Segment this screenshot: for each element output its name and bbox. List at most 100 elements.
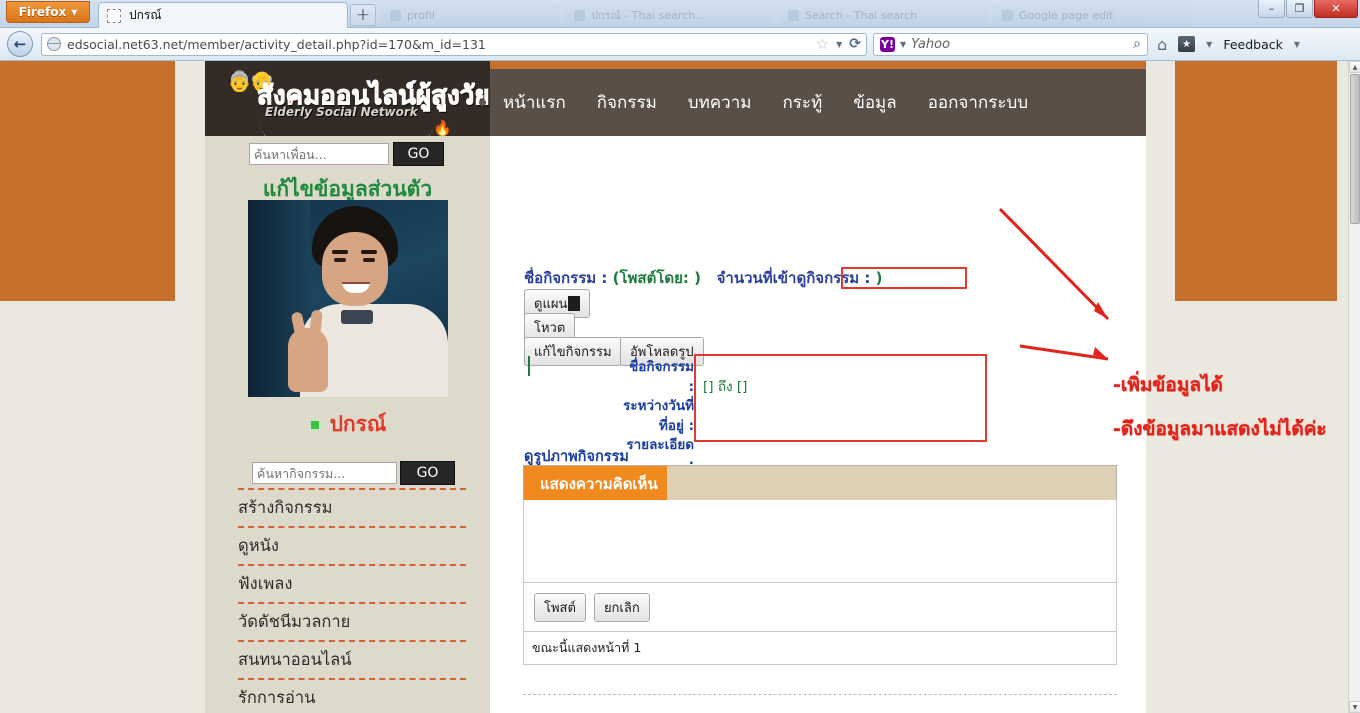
sidebar-item-watch-movies[interactable]: ดูหนัง: [238, 528, 466, 564]
address-bar-icons: ☆ ▼ ⟳: [816, 35, 861, 53]
avatar-eyebrow-right: [361, 250, 377, 254]
background-tab-title: Google page edit: [1019, 8, 1114, 22]
text-selection-highlight: [568, 296, 581, 311]
logo-dot-decoration: [479, 99, 486, 106]
comment-actions: โพสต์ ยกเลิก: [523, 583, 1117, 632]
bookmarks-icon[interactable]: ★: [1178, 36, 1196, 52]
post-comment-button[interactable]: โพสต์: [534, 592, 586, 622]
new-tab-label: +: [355, 5, 371, 25]
sidebar: GO แก้ไขข้อมูลส่วนตัว: [205, 136, 490, 713]
friend-search-input[interactable]: [249, 143, 389, 165]
friend-search-group: GO: [249, 142, 444, 166]
window-controls: – ❐ ✕: [1258, 0, 1358, 18]
cancel-comment-button[interactable]: ยกเลิก: [593, 592, 650, 622]
background-tab[interactable]: profil: [380, 2, 560, 28]
browser-tab-strip: Firefox ▼ ปกรณ์ + profil ปกรณ์ - Thai se…: [0, 0, 1360, 28]
page-scrollbar[interactable]: ▲ ▼: [1348, 61, 1360, 713]
text-cursor: [528, 356, 530, 376]
logo-subtitle: Elderly Social Network: [265, 105, 418, 119]
search-magnifier-icon[interactable]: ⌕: [1133, 36, 1141, 52]
tab-favicon-icon: [788, 9, 799, 21]
address-bar-url: edsocial.net63.net/member/activity_detai…: [67, 36, 486, 52]
home-icon[interactable]: ⌂: [1157, 35, 1167, 54]
scroll-down-icon[interactable]: ▼: [1349, 701, 1360, 713]
detail-label-address: ที่อยู่ :: [658, 417, 694, 434]
background-tab[interactable]: Search - Thai search: [778, 2, 988, 28]
tab-favicon-icon: [390, 9, 401, 21]
background-tab[interactable]: Google page edit: [992, 2, 1192, 28]
browser-tab-title: ปกรณ์: [129, 8, 162, 22]
activity-detail-labels: ชื่อกิจกรรม : ระหว่างวันที่ ที่อยู่ : รา…: [622, 358, 694, 475]
comment-page-status: ขณะนี้แสดงหน้าที่ 1: [523, 632, 1117, 665]
firefox-menu-label: Firefox: [18, 5, 67, 19]
close-icon: ✕: [1331, 2, 1341, 15]
new-tab-button[interactable]: +: [350, 4, 376, 26]
avatar[interactable]: [248, 200, 448, 397]
minimize-button[interactable]: –: [1258, 0, 1285, 18]
avatar-face: [322, 232, 388, 306]
nav-item-home[interactable]: หน้าแรก: [503, 89, 566, 116]
username-row: ปกรณ์: [205, 408, 490, 441]
nav-item-forum[interactable]: กระทู้: [782, 89, 822, 116]
nav-item-activities[interactable]: กิจกรรม: [597, 89, 657, 116]
minimize-icon: –: [1268, 2, 1275, 15]
decorative-band-right: [1175, 61, 1337, 301]
detail-label-dates: ระหว่างวันที่: [623, 398, 694, 414]
page-viewport: 👵👴 สังคมออนไลน์ผู้สูงวัย Elderly Social …: [0, 61, 1348, 713]
search-input[interactable]: Yahoo: [911, 37, 1128, 52]
friend-search-go-button[interactable]: GO: [393, 142, 444, 166]
tab-favicon-icon: [107, 8, 121, 23]
nav-item-logout[interactable]: ออกจากระบบ: [928, 89, 1028, 116]
annotation-cannot-display: -ดึงข้อมูลมาแสดงไม่ได้ค่ะ: [1113, 418, 1327, 440]
background-tab-title: ปกรณ์ - Thai search...: [591, 9, 706, 22]
maximize-icon: ❐: [1294, 2, 1305, 15]
sidebar-item-create-activity[interactable]: สร้างกิจกรรม: [238, 490, 466, 526]
sidebar-item-listen-music[interactable]: ฟังเพลง: [238, 566, 466, 602]
sidebar-item-bmi[interactable]: วัดดัชนีมวลกาย: [238, 604, 466, 640]
background-tab-title: profil: [407, 8, 435, 22]
scroll-up-icon[interactable]: ▲: [1349, 61, 1360, 73]
online-status-icon: [308, 418, 321, 431]
sidebar-item-reading[interactable]: รักการอ่าน: [238, 680, 466, 713]
browser-toolbar-right: ⌂ ★ ▼ Feedback ▼: [1157, 35, 1300, 54]
activity-name-label: ชื่อกิจกรรม :: [524, 269, 608, 287]
chevron-down-icon[interactable]: ▼: [1206, 40, 1212, 49]
site-container: 👵👴 สังคมออนไลน์ผู้สูงวัย Elderly Social …: [205, 61, 1146, 713]
annotation-add-data: -เพิ่มข้อมูลได้: [1113, 374, 1223, 396]
sidebar-item-chat-online[interactable]: สนทนาออนไลน์: [238, 642, 466, 678]
back-arrow-icon[interactable]: ←: [7, 31, 33, 57]
browser-tab-active[interactable]: ปกรณ์: [98, 2, 348, 28]
scrollbar-thumb[interactable]: [1350, 74, 1360, 224]
background-tab-title: Search - Thai search: [805, 8, 918, 22]
tab-comments[interactable]: แสดงความคิดเห็น: [524, 466, 667, 502]
nav-item-articles[interactable]: บทความ: [688, 89, 752, 116]
avatar-eye-right: [363, 258, 375, 262]
nav-item-info[interactable]: ข้อมูล: [853, 89, 896, 116]
firefox-menu-button[interactable]: Firefox ▼: [6, 1, 90, 23]
feedback-button[interactable]: Feedback: [1223, 37, 1283, 52]
detail-label-name: ชื่อกิจกรรม :: [629, 359, 694, 395]
decorative-band-left: [0, 61, 175, 301]
divider: [523, 694, 1117, 695]
avatar-bowtie: [341, 310, 373, 324]
edit-activity-button[interactable]: แก้ไขกิจกรรม: [524, 337, 622, 366]
search-bar[interactable]: Y! ▼ Yahoo ⌕: [873, 32, 1148, 56]
comment-list-area: [523, 500, 1117, 583]
views-highlight-box: [841, 267, 967, 289]
activity-search-go-button[interactable]: GO: [400, 461, 455, 485]
main-content: ชื่อกิจกรรม : (โพสต์โดย: ) จำนวนที่เข้าด…: [490, 136, 1146, 713]
address-bar[interactable]: edsocial.net63.net/member/activity_detai…: [41, 32, 867, 56]
maximize-button[interactable]: ❐: [1286, 0, 1313, 18]
reload-icon[interactable]: ⟳: [849, 36, 861, 52]
activity-search-input[interactable]: [252, 462, 397, 484]
chevron-down-icon[interactable]: ▼: [1294, 40, 1300, 49]
close-window-button[interactable]: ✕: [1314, 0, 1358, 18]
bookmark-star-icon[interactable]: ☆: [816, 35, 829, 53]
chevron-down-icon[interactable]: ▼: [900, 40, 906, 49]
chevron-down-icon[interactable]: ▼: [836, 40, 842, 49]
site-navigation: หน้าแรก กิจกรรม บทความ กระทู้ ข้อมูล ออก…: [490, 69, 1146, 136]
background-tab[interactable]: ปกรณ์ - Thai search...: [564, 2, 774, 28]
tab-favicon-icon: [1002, 9, 1013, 21]
avatar-eyebrow-left: [332, 250, 348, 254]
globe-icon: [47, 37, 61, 51]
